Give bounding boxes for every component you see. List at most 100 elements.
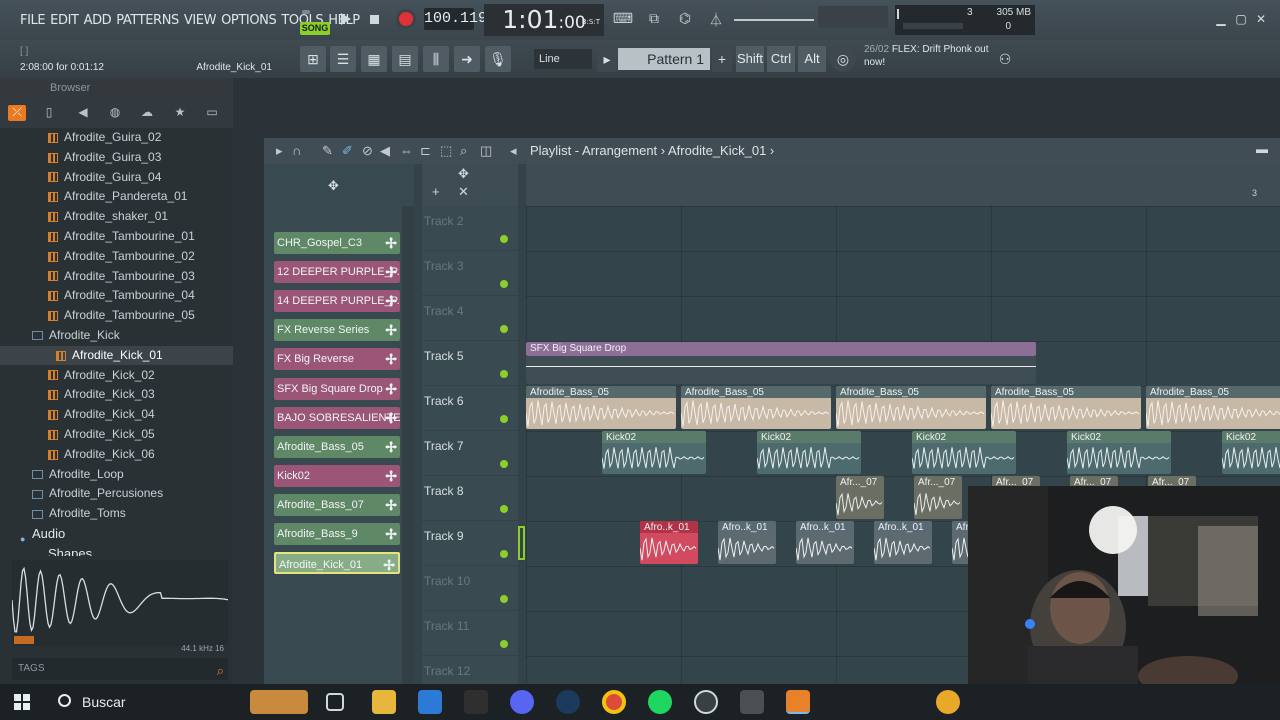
draw-tool-icon[interactable]: ✎: [322, 143, 333, 159]
spotify-icon[interactable]: [648, 690, 672, 714]
task-view-icon[interactable]: [326, 693, 344, 711]
add-pattern-clip-icon[interactable]: ✢: [385, 319, 397, 341]
slice-tool-icon[interactable]: ⊏: [420, 143, 431, 159]
pattern-item[interactable]: BAJO SOBRESALIENTE ✢: [274, 406, 400, 429]
browser-item[interactable]: Afrodite_Kick_04: [0, 405, 233, 424]
clip-kick[interactable]: Kick02: [602, 431, 706, 474]
track-mute-led[interactable]: [500, 505, 508, 513]
clip-sfx-big-square-drop[interactable]: SFX Big Square Drop: [526, 342, 1036, 356]
clip-kick[interactable]: Kick02: [757, 431, 861, 474]
add-pattern-clip-icon[interactable]: ✢: [385, 494, 397, 516]
track-header[interactable]: Track 7: [422, 431, 518, 476]
browser-item[interactable]: Afrodite_Toms: [0, 504, 233, 523]
browser-item[interactable]: Afrodite_Guira_04: [0, 168, 233, 187]
menu-edit[interactable]: EDIT: [50, 13, 79, 28]
add-pattern-icon[interactable]: +: [712, 46, 732, 72]
add-pattern-clip-icon[interactable]: ✢: [385, 261, 397, 283]
clip-bass[interactable]: Afrodite_Bass_05: [836, 386, 986, 429]
news-link-icon[interactable]: ⚇: [992, 46, 1018, 72]
browser-item[interactable]: Afrodite_Kick_03: [0, 385, 233, 404]
picker-scrollbar[interactable]: [402, 206, 414, 684]
tag-search-icon[interactable]: ⌕: [217, 660, 224, 682]
star-icon[interactable]: ★: [171, 105, 189, 121]
audio-app-icon[interactable]: [740, 690, 764, 714]
magnet-icon[interactable]: ∩: [292, 143, 301, 158]
track-header[interactable]: Track 3: [422, 251, 518, 296]
add-pattern-clip-icon[interactable]: ✢: [385, 436, 397, 458]
browser-item[interactable]: Afrodite_Guira_02: [0, 128, 233, 147]
pattern-item[interactable]: CHR_Gospel_C3 ✢: [274, 232, 400, 254]
menu-options[interactable]: OPTIONS: [221, 13, 277, 28]
add-pattern-clip-icon[interactable]: ✢: [385, 290, 397, 312]
discord-icon[interactable]: [510, 690, 534, 714]
wait-input-icon[interactable]: ⏃: [705, 10, 727, 28]
record-button[interactable]: [394, 8, 418, 30]
track-expand-icon[interactable]: ✥: [458, 166, 469, 182]
pattern-item[interactable]: 14 DEEPER PURPLE_P... ✢: [274, 290, 400, 313]
chrome-icon[interactable]: [602, 690, 626, 714]
mixer-icon[interactable]: ⫼: [423, 46, 449, 72]
pattern-item[interactable]: FX Big Reverse ✢: [274, 348, 400, 371]
cloud-icon[interactable]: ☁: [138, 105, 156, 121]
browser-item[interactable]: Shapes: [0, 544, 233, 556]
track-mute-led[interactable]: [500, 550, 508, 558]
picker-expand-icon[interactable]: ✥: [328, 178, 339, 194]
snap-selector[interactable]: Line: [534, 49, 592, 69]
playhead-marker[interactable]: [518, 526, 525, 560]
clip-afk[interactable]: Afro..k_01: [718, 521, 776, 564]
track-mute-led[interactable]: [500, 595, 508, 603]
add-pattern-clip-icon[interactable]: ✢: [385, 378, 397, 400]
slip-tool-icon[interactable]: ⇔: [400, 143, 413, 158]
plugin-picker-icon[interactable]: ➜: [454, 46, 480, 72]
shift-key-button[interactable]: Shift: [736, 46, 764, 72]
search-highlight-icon[interactable]: [250, 690, 308, 714]
close-icon[interactable]: ✕: [1252, 10, 1270, 28]
clip-kick[interactable]: Kick02: [1067, 431, 1171, 474]
steam-icon[interactable]: [556, 690, 580, 714]
browser-item[interactable]: Afrodite_Percusiones: [0, 484, 233, 503]
add-pattern-clip-icon[interactable]: ✢: [385, 523, 397, 545]
channel-rack-icon[interactable]: ☰: [330, 46, 356, 72]
track-header[interactable]: Track 9: [422, 521, 518, 566]
tempo-display[interactable]: 100.119: [424, 8, 487, 30]
song-mode-toggle[interactable]: SONG: [300, 6, 330, 35]
master-pitch-slider[interactable]: [734, 19, 814, 21]
plugin-icon[interactable]: ◍: [106, 105, 124, 121]
minimize-icon[interactable]: ▁: [1212, 10, 1230, 28]
mute-tool-icon[interactable]: ◀: [380, 143, 390, 159]
clip-afk[interactable]: Afro..k_01: [874, 521, 932, 564]
menu-view[interactable]: VIEW: [184, 13, 217, 28]
browser-item[interactable]: Afrodite_Kick: [0, 326, 233, 345]
clip-bass[interactable]: Afrodite_Bass_05: [681, 386, 831, 429]
pattern-prev-icon[interactable]: ▸: [597, 46, 617, 72]
speaker-icon[interactable]: ◀: [74, 105, 92, 121]
clip-afr7[interactable]: Afr..._07: [836, 476, 884, 519]
browser-item[interactable]: Afrodite_Kick_01: [0, 345, 233, 365]
track-header[interactable]: Track 5: [422, 341, 518, 386]
add-pattern-clip-icon[interactable]: ✢: [385, 465, 397, 487]
playlist-minimize-icon[interactable]: ▬: [1256, 142, 1268, 156]
clip-afr7[interactable]: Afr..._07: [914, 476, 962, 519]
menu-patterns[interactable]: PATTERNS: [116, 13, 179, 28]
browser-item[interactable]: Afrodite_Tambourine_01: [0, 227, 233, 246]
paint-tool-icon[interactable]: ✐: [342, 143, 353, 159]
browser-item[interactable]: Afrodite_Kick_06: [0, 445, 233, 464]
delete-tool-icon[interactable]: ⊘: [362, 143, 373, 159]
alt-key-button[interactable]: Alt: [798, 46, 826, 72]
pattern-item[interactable]: 12 DEEPER PURPLE_P... ✢: [274, 261, 400, 284]
piano-roll-icon[interactable]: ▦: [361, 46, 387, 72]
tags-bar[interactable]: TAGS ⌕: [12, 658, 228, 680]
track-mute-led[interactable]: [500, 415, 508, 423]
clip-bass[interactable]: Afrodite_Bass_05: [1146, 386, 1280, 429]
news-icon[interactable]: ◎: [830, 46, 856, 72]
clip-afk[interactable]: Afro..k_01: [796, 521, 854, 564]
track-header[interactable]: Track 10: [422, 566, 518, 611]
tray-icon[interactable]: [936, 690, 960, 714]
add-pattern-clip-icon[interactable]: ✢: [385, 232, 397, 254]
pattern-item[interactable]: FX Reverse Series ✢: [274, 319, 400, 342]
typing-keyboard-icon[interactable]: ⌨: [612, 10, 634, 28]
track-mute-led[interactable]: [500, 640, 508, 648]
all-files-icon[interactable]: ⤫: [8, 105, 26, 121]
clip-kick[interactable]: Kick02: [1222, 431, 1280, 474]
pattern-item[interactable]: Afrodite_Bass_9 ✢: [274, 523, 400, 545]
